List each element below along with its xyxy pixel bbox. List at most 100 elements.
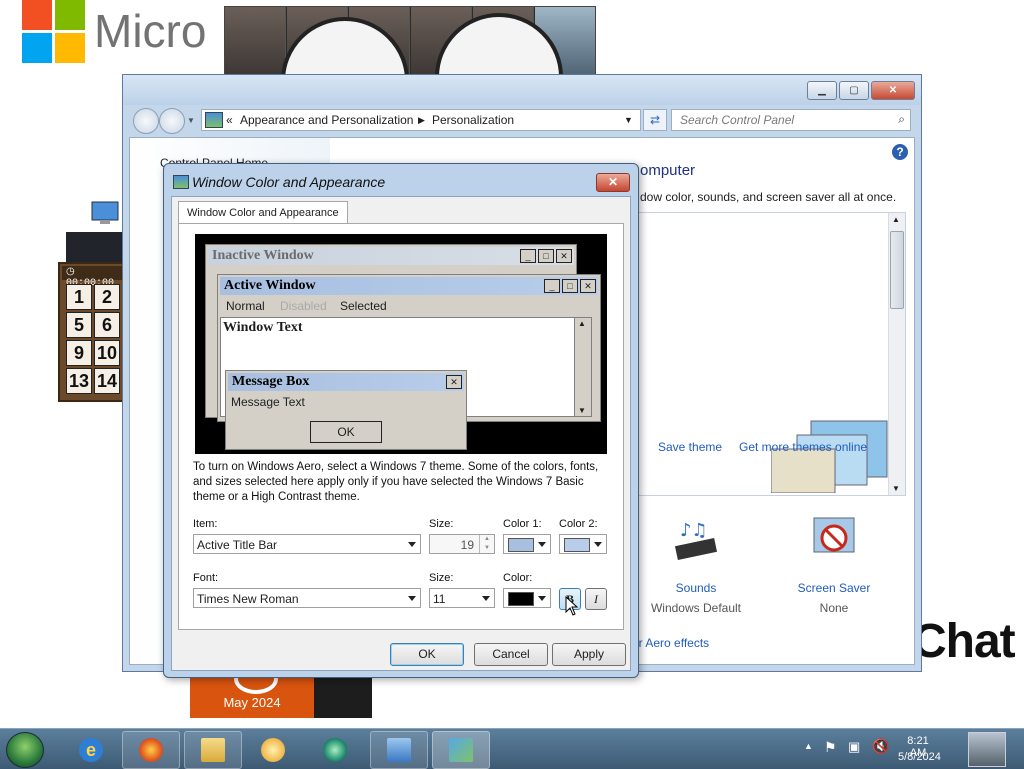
font-color-picker[interactable] [503,588,551,608]
font-label: Font: [193,572,219,584]
sounds-icon[interactable]: ♪♫ [670,516,722,568]
taskbar-media-player[interactable] [244,731,302,769]
maximize-button[interactable]: ▢ [839,81,869,100]
volume-muted-icon[interactable]: 🔇 [872,738,889,755]
computer-icon[interactable] [88,196,122,230]
puzzle-gadget-header [66,232,124,262]
media-player-icon [261,738,285,762]
taskbar-internet-explorer[interactable]: e [62,731,120,769]
calendar-gadget[interactable]: May 2024 [190,664,314,718]
dialog-title: Window Color and Appearance [192,174,386,190]
italic-toggle[interactable]: I [585,588,607,610]
font-color-swatch [508,592,534,606]
close-button[interactable]: ✕ [871,81,915,100]
taskbar-globe-app[interactable] [306,731,364,769]
scroll-up-icon[interactable]: ▲ [892,215,900,224]
taskbar-file-explorer[interactable] [184,731,242,769]
scroll-thumb[interactable] [890,231,904,309]
aero-effects-link[interactable]: er Aero effects [632,636,709,650]
help-icon[interactable]: ? [892,144,908,160]
puzzle-tile[interactable]: 6 [94,312,120,338]
font-color-label: Color: [503,572,533,584]
search-icon[interactable]: ⌕ [898,112,905,127]
puzzle-tile[interactable]: 1 [66,284,92,310]
puzzle-tile[interactable]: 13 [66,368,92,394]
window-color-dialog: Window Color and Appearance ✕ Window Col… [163,163,639,678]
item-size-spinner[interactable]: 19 ▲ ▼ [429,534,495,554]
color2-picker[interactable] [559,534,607,554]
item-select[interactable]: Active Title Bar [193,534,421,554]
puzzle-tile[interactable]: 14 [94,368,120,394]
chevron-down-icon [482,596,490,601]
puzzle-tile[interactable]: 2 [94,284,120,310]
microsoft-logo: Micro [22,0,222,66]
search-input[interactable]: Search Control Panel ⌕ [671,109,911,131]
screen-saver-icon[interactable] [812,516,856,562]
tab-window-color[interactable]: Window Color and Appearance [178,201,348,224]
page-heading: omputer [640,162,696,179]
puzzle-tile[interactable]: 10 [94,340,120,366]
forward-button[interactable] [159,108,185,134]
show-desktop-thumbnail[interactable] [968,732,1006,767]
network-icon[interactable]: ▣ [848,739,860,755]
sounds-subtitle: Windows Default [650,601,742,615]
apply-button[interactable]: Apply [552,643,626,666]
item-label: Item: [193,518,218,530]
display-settings-icon [449,738,473,762]
gadget-tile [225,7,286,77]
save-theme-link[interactable]: Save theme [658,440,722,454]
preview-close-icon: ✕ [580,279,596,293]
dialog-app-icon [173,175,189,189]
clock-gadget[interactable] [224,6,596,78]
appearance-preview[interactable]: Inactive Window _ □ ✕ Active Window _ □ … [195,234,607,454]
address-bar[interactable]: « Appearance and Personalization ▶ Perso… [201,109,641,131]
preview-close-icon: ✕ [446,375,462,389]
slide-puzzle-gadget[interactable]: ◷ 00:00:00 1 2 5 6 9 10 13 14 [58,262,128,402]
taskbar-firefox[interactable] [122,731,180,769]
font-select[interactable]: Times New Roman [193,588,421,608]
item-size-value: 19 [460,538,474,552]
taskbar-display-settings[interactable] [432,731,490,769]
refresh-icon[interactable]: ⇄ [643,109,667,131]
message-box-buttons: ✕ [446,375,462,389]
screen-saver-title[interactable]: Screen Saver [778,581,890,595]
internet-explorer-icon: e [79,738,103,762]
preview-maximize-icon: □ [562,279,578,293]
clock-date[interactable]: 5/8/2024 [898,751,941,763]
sounds-title[interactable]: Sounds [640,581,752,595]
get-more-themes-link[interactable]: Get more themes online [739,440,867,454]
breadcrumb-personalization[interactable]: Personalization [432,113,514,127]
color1-picker[interactable] [503,534,551,554]
cancel-button[interactable]: Cancel [474,643,548,666]
logo-square-green [55,0,85,30]
logo-square-yellow [55,33,85,63]
message-text: Message Text [231,395,305,409]
spinner-arrows-icon[interactable]: ▲ ▼ [479,535,494,553]
puzzle-tile[interactable]: 9 [66,340,92,366]
preview-scroll-up-icon: ▲ [578,319,586,328]
mouse-cursor-icon [565,595,579,616]
recent-pages-chevron-icon[interactable]: ▼ [187,116,195,125]
taskbar: e ▲ ⚑ ▣ 🔇 8:21 AM 5/8/2024 [0,728,1024,769]
logo-square-red [22,0,52,30]
taskbar-control-panel[interactable] [370,731,428,769]
address-dropdown-icon[interactable]: ▼ [624,115,633,125]
show-hidden-icons-button[interactable]: ▲ [804,741,813,751]
ok-button[interactable]: OK [390,643,464,666]
font-size-select[interactable]: 11 [429,588,495,608]
minimize-button[interactable]: ▁ [807,81,837,100]
action-center-flag-icon[interactable]: ⚑ [824,739,837,756]
font-size-label: Size: [429,572,454,584]
back-button[interactable] [133,108,159,134]
preview-maximize-icon: □ [538,249,554,263]
puzzle-tile[interactable]: 5 [66,312,92,338]
address-overflow-chevrons[interactable]: « [226,113,233,127]
color2-label: Color 2: [559,518,598,530]
window-title-bar[interactable] [123,75,921,105]
dialog-close-button[interactable]: ✕ [596,173,630,192]
breadcrumb-separator-icon[interactable]: ▶ [418,115,425,126]
breadcrumb-appearance[interactable]: Appearance and Personalization [240,113,413,127]
scroll-down-icon[interactable]: ▼ [892,484,900,493]
preview-ok-button: OK [310,421,382,443]
start-button[interactable] [6,732,44,768]
